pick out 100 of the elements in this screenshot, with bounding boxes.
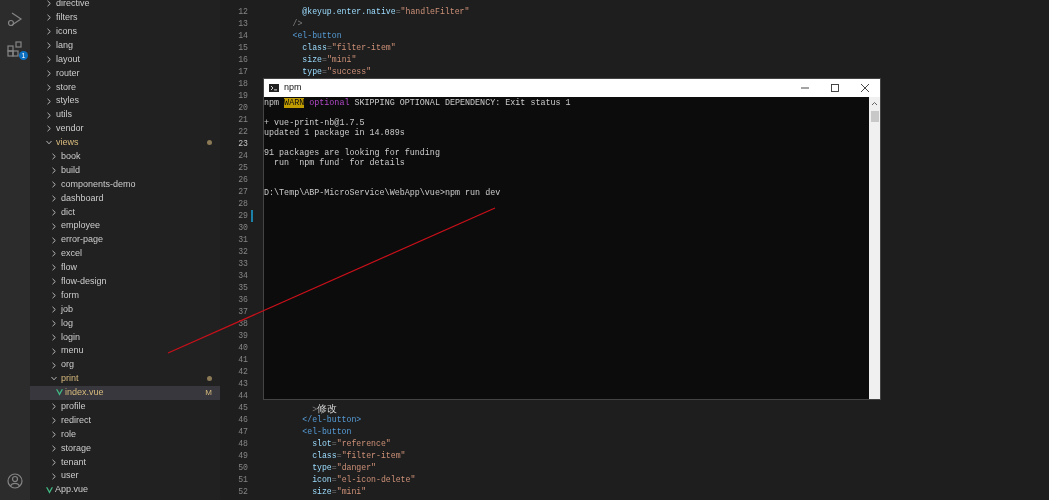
console-icon [269,84,279,92]
tree-item[interactable]: tenant [30,455,220,470]
line-number: 16 [237,53,248,66]
tree-item[interactable]: user [30,469,220,484]
vue-file-icon [56,389,63,397]
tree-item[interactable]: excel [30,247,220,261]
line-number: 29 [237,210,248,223]
line-number: 31 [237,234,248,247]
line-number: 37 [237,306,248,319]
vue-file-icon [46,486,53,494]
tree-item[interactable]: login [30,330,220,345]
line-number: 39 [237,330,248,343]
code-line: <el-button [301,426,352,439]
line-number: 27 [237,186,248,199]
line-number: 21 [237,114,248,126]
run-debug-icon [7,11,23,27]
line-number: 50 [237,462,248,475]
line-number: 40 [237,342,248,355]
tree-item[interactable]: job [30,302,220,317]
code-line: size="mini" [311,486,367,499]
tree-item[interactable]: form [30,288,220,303]
line-number: 46 [237,414,248,427]
line-number: 44 [237,390,248,403]
close-icon [860,83,870,93]
tree-item[interactable]: flow [30,260,220,275]
line-number: 48 [237,438,248,451]
line-number: 30 [237,222,248,235]
line-number: 49 [237,450,248,463]
tree-item[interactable]: icons [30,24,220,39]
tree-item[interactable]: role [30,427,220,442]
line-number: 26 [237,174,248,187]
tree-item[interactable]: utils [30,108,220,122]
line-number: 52 [237,486,248,499]
line-number: 36 [237,294,248,307]
tree-item[interactable]: styles [30,94,220,109]
tree-item[interactable]: flow-design [30,274,220,289]
line-number: 41 [237,354,248,367]
tree-item[interactable]: storage [30,441,220,456]
tree-item[interactable]: dict [30,205,220,220]
code-line: /> [291,17,303,30]
tree-item[interactable]: store [30,80,220,95]
code-line: @keyup.enter.native="handleFilter" [301,5,470,18]
scroll-up-icon[interactable] [871,101,878,106]
tree-item[interactable]: log [30,316,220,331]
git-status-letter: M [205,386,212,399]
line-number: 42 [237,366,248,379]
tree-item[interactable]: views [30,135,220,150]
code-line: type="danger" [311,462,377,475]
code-line: </el-button> [301,414,362,427]
line-number: 19 [237,89,248,102]
line-number: 23 [237,138,248,151]
line-number: 35 [237,282,248,295]
tree-item[interactable]: dashboard [30,191,220,206]
tree-item[interactable]: org [30,358,220,373]
line-number: 18 [237,77,248,90]
modified-dot [207,376,212,382]
line-number: 33 [237,258,248,271]
line-number: 20 [237,102,248,114]
modified-dot [207,140,212,146]
code-line: <el-button [291,29,342,42]
tree-item[interactable]: lang [30,38,220,53]
scrollbar-thumb[interactable] [870,111,879,122]
code-line: >修改 [311,401,338,415]
tree-item[interactable]: error-page [30,233,220,248]
line-number: 34 [237,270,248,283]
code-line: type="success" [301,65,372,78]
console-line: run `npm fund` for details [273,158,406,168]
tree-item[interactable]: layout [30,52,220,67]
tree-item[interactable]: filters [30,10,220,25]
tree-item[interactable]: employee [30,219,220,234]
tree-item[interactable]: index.vue M [30,385,220,400]
console-line: D:\Temp\ABP-MicroService\WebApp\vue>npm run dev [264,188,502,198]
line-number: 15 [237,41,248,54]
tree-item[interactable]: App.vue [30,483,220,498]
tree-item[interactable]: print [30,372,220,386]
console-line: + vue-print-nb@1.7.5 [264,118,366,128]
tree-item[interactable]: menu [30,344,220,359]
line-number: 45 [237,402,248,415]
code-line: class="filter-item" [301,41,396,54]
line-number: 13 [237,17,248,30]
console-line: npm WARN optional SKIPPING OPTIONAL DEPENDENCY: Exit status 1 [264,98,572,108]
line-number: 14 [237,29,248,42]
console-line: 91 packages are looking for funding [264,148,441,158]
tree-item[interactable]: components-demo [30,177,220,192]
tree-item[interactable]: redirect [30,413,220,428]
tree-item[interactable]: vendor [30,122,220,136]
tree-item[interactable]: book [30,149,220,164]
tree-item[interactable]: profile [30,399,220,414]
line-number: 17 [237,65,248,78]
line-number: 51 [237,474,248,487]
tree-item[interactable]: build [30,163,220,178]
tree-item[interactable]: directive [30,0,220,11]
tree-item[interactable]: router [30,66,220,81]
code-line: icon="el-icon-delete" [311,474,416,487]
line-number: 24 [237,150,248,163]
scrollbar[interactable] [869,97,880,399]
window-title: npm [284,81,302,95]
extensions-icon [7,41,23,57]
line-number: 28 [237,198,248,211]
line-number: 47 [237,426,248,439]
